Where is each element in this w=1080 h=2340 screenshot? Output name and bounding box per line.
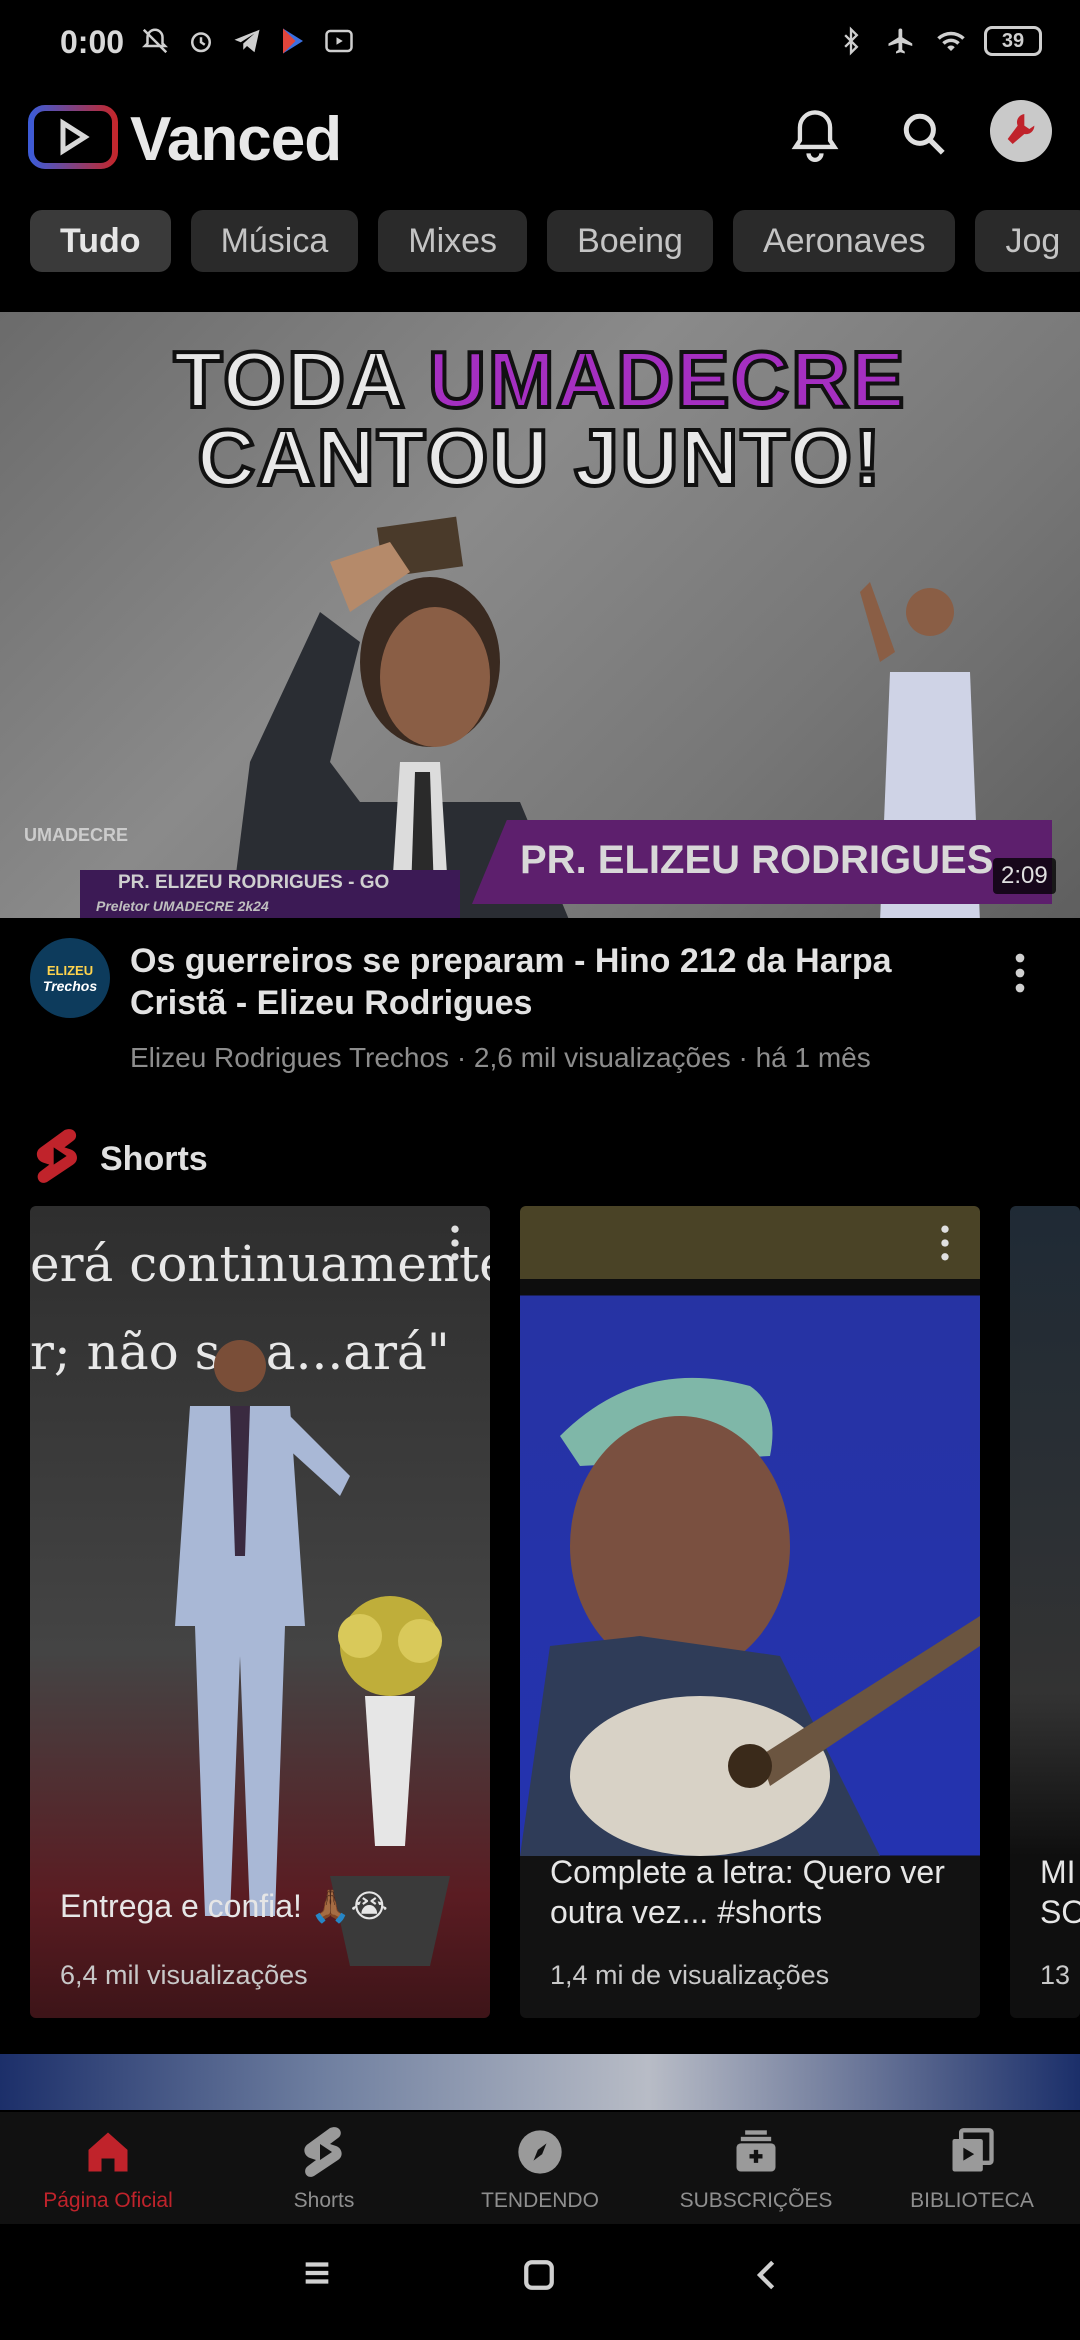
short-card[interactable]: erá continuamente r; não se a...ará" Ent… — [30, 1206, 490, 2018]
app-name: Vanced — [130, 105, 342, 174]
nav-library[interactable]: BIBLIOTECA — [864, 2112, 1080, 2224]
search-button[interactable] — [884, 96, 964, 176]
chip-tudo[interactable]: Tudo — [30, 210, 171, 272]
video-title[interactable]: Os guerreiros se preparam - Hino 212 da … — [130, 940, 970, 1024]
shorts-logo-icon — [32, 1128, 84, 1189]
alarm-icon — [184, 24, 218, 58]
more-vert-icon — [440, 1225, 470, 1270]
chip-aeronaves[interactable]: Aeronaves — [732, 210, 956, 272]
menu-lines-icon — [300, 2262, 334, 2292]
square-icon — [522, 2260, 556, 2296]
nav-shorts[interactable]: Shorts — [216, 2112, 432, 2224]
status-time: 0:00 — [60, 24, 125, 60]
video-more-button[interactable] — [1000, 948, 1040, 998]
system-status-icons: 39 — [834, 24, 1042, 58]
nav-shorts-label: Shorts — [293, 2189, 355, 2212]
channel-avatar-text: ELIZEU — [46, 962, 94, 978]
nav-subscriptions-label: SUBSCRIÇÕES — [679, 2189, 833, 2212]
video-thumbnail[interactable]: TODA UMADECRE CANTOU JUNTO! PR. ELIZEU R… — [0, 312, 1080, 918]
next-video-thumbnail[interactable] — [0, 2054, 1080, 2110]
thumbnail-title-line2: CANTOU JUNTO! — [195, 411, 883, 504]
vanced-logo-icon — [28, 105, 118, 174]
nav-trending-label: TENDENDO — [481, 2189, 599, 2212]
video-meta: Elizeu Rodrigues Trechos · 2,6 mil visua… — [130, 1042, 871, 1073]
bluetooth-icon — [834, 24, 868, 58]
umadecre-logo: UMADECRE — [24, 825, 129, 845]
account-avatar[interactable] — [990, 100, 1052, 162]
notifications-button[interactable] — [775, 96, 855, 176]
compass-icon — [514, 2126, 566, 2183]
wrench-icon — [1001, 109, 1041, 154]
short-guitar-man — [520, 1377, 980, 1856]
airplane-mode-icon — [884, 24, 918, 58]
short-views: 1,4 mi de visualizações — [550, 1960, 830, 1990]
youtube-app-icon — [322, 24, 356, 58]
system-navigation-bar — [0, 2224, 1080, 2340]
chip-jogos[interactable]: Jog — [975, 210, 1080, 272]
filter-chips: Tudo Música Mixes Boeing Aeronaves Jog — [30, 210, 1080, 272]
app-logo[interactable]: Vanced — [28, 104, 342, 175]
more-vert-icon — [1000, 953, 1040, 1002]
short-views: 6,4 mil visualizações — [60, 1960, 308, 1990]
short-views: 13 — [1040, 1960, 1071, 1990]
chip-boeing[interactable]: Boeing — [547, 210, 713, 272]
shorts-icon — [298, 2126, 350, 2183]
notification-icons — [138, 24, 356, 58]
bell-off-icon — [138, 24, 172, 58]
video-duration: 2:09 — [993, 858, 1056, 894]
short-more-button[interactable] — [930, 1220, 960, 1270]
wifi-icon — [934, 24, 968, 58]
shorts-heading: Shorts — [100, 1140, 208, 1178]
back-chevron-icon — [752, 2260, 782, 2296]
short-more-button[interactable] — [440, 1220, 470, 1270]
name-banner-text: PR. ELIZEU RODRIGUES — [520, 838, 994, 882]
search-icon — [899, 109, 949, 164]
nav-library-label: BIBLIOTECA — [910, 2189, 1034, 2212]
chip-mixes[interactable]: Mixes — [378, 210, 528, 272]
bottom-navigation: Página Oficial Shorts TENDENDO SUBSCRIÇÕ… — [0, 2112, 1080, 2224]
short-caption: MI SO — [1040, 1854, 1080, 1930]
nav-home-label: Página Oficial — [43, 2189, 173, 2212]
play-store-icon — [276, 24, 310, 58]
home-icon — [82, 2126, 134, 2183]
nav-subscriptions[interactable]: SUBSCRIÇÕES — [648, 2112, 864, 2224]
short-caption: Entrega e confia! 🙏🏾😭 — [60, 1888, 389, 1924]
channel-avatar[interactable]: ELIZEU Trechos — [30, 938, 110, 1018]
subscriptions-icon — [730, 2126, 782, 2183]
chip-musica[interactable]: Música — [190, 210, 359, 272]
recents-button[interactable] — [300, 2258, 340, 2304]
back-button[interactable] — [752, 2258, 792, 2304]
status-bar: 0:00 39 — [0, 0, 1080, 92]
more-vert-icon — [930, 1225, 960, 1270]
short-card[interactable]: Complete a letra: Quero ver outra vez...… — [520, 1206, 980, 2018]
short-caption: Complete a letra: Quero ver outra vez...… — [550, 1854, 945, 1930]
lower-third-line1: PR. ELIZEU RODRIGUES - GO — [118, 872, 390, 893]
bell-icon — [789, 106, 841, 167]
telegram-icon — [230, 24, 264, 58]
nav-home[interactable]: Página Oficial — [0, 2112, 216, 2224]
home-system-button[interactable] — [522, 2258, 562, 2304]
channel-avatar-subtext: Trechos — [42, 977, 98, 994]
short-card[interactable]: MI SO 13 — [1010, 1206, 1080, 2018]
battery-indicator: 39 — [984, 26, 1042, 56]
nav-trending[interactable]: TENDENDO — [432, 2112, 648, 2224]
lower-third-line2: Preletor UMADECRE 2k24 — [96, 898, 269, 914]
library-icon — [946, 2126, 998, 2183]
